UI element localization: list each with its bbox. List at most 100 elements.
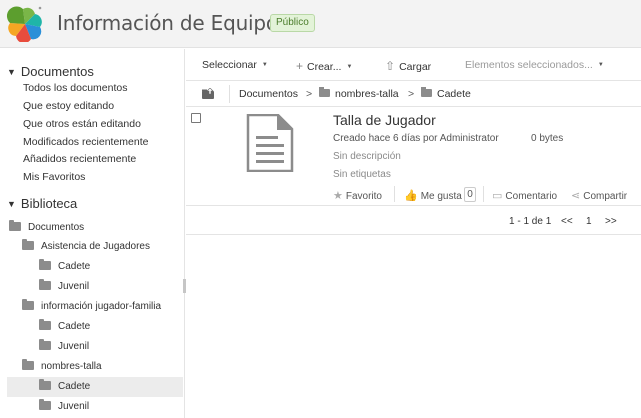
tree-node-label: Juvenil	[58, 281, 90, 292]
tree-node-label: nombres-talla	[41, 361, 102, 372]
toolbar: Seleccionar ▼ + Crear... ▼ ⇧ Cargar Elemento…	[186, 49, 641, 81]
tree-node-juvenil[interactable]: Juvenil	[7, 277, 183, 297]
tree-node-label: Juvenil	[58, 401, 90, 412]
triangle-down-icon: ▼	[7, 199, 16, 209]
alfresco-logo-icon[interactable]	[6, 4, 44, 42]
pagination: 1 - 1 de 1 << 1 >>	[186, 207, 641, 235]
folder-icon	[39, 399, 51, 410]
tree-node-juvenil[interactable]: Juvenil	[7, 397, 183, 417]
folder-up-icon[interactable]	[202, 88, 214, 99]
folder-icon	[39, 279, 51, 290]
folder-icon	[39, 339, 51, 350]
site-title: Información de Equipos	[57, 11, 289, 35]
breadcrumb-cadete[interactable]: Cadete	[421, 87, 471, 100]
breadcrumb-divider	[229, 85, 230, 103]
thumbs-up-icon: 👍	[404, 190, 418, 202]
sidebar-resize-handle[interactable]	[183, 279, 186, 293]
upload-icon: ⇧	[385, 59, 396, 73]
filter-editing-others[interactable]: Que otros están editando	[23, 118, 141, 130]
breadcrumb-separator: >	[408, 88, 415, 100]
folder-icon	[39, 379, 51, 390]
breadcrumb-separator: >	[306, 88, 313, 100]
site-header: Información de Equipos Público	[0, 0, 641, 48]
filter-favourites[interactable]: Mis Favoritos	[23, 171, 85, 183]
document-title-link[interactable]: Talla de Jugador	[333, 112, 436, 128]
tree-node-label: Cadete	[58, 381, 91, 392]
create-menu-label: Crear...	[307, 61, 342, 73]
upload-button[interactable]: ⇧ Cargar	[385, 59, 431, 73]
document-list-row: Talla de Jugador Creado hace 6 días por …	[186, 108, 641, 206]
breadcrumb: Documentos > nombres-talla > Cadete	[186, 81, 641, 107]
tree-node-label: Juvenil	[58, 341, 90, 352]
tree-node-informacion-jugador-familia[interactable]: información jugador-familia	[7, 297, 183, 317]
library-heading: Biblioteca	[20, 196, 78, 211]
folder-icon	[22, 299, 34, 310]
comment-action[interactable]: ▭ Comentario	[492, 189, 557, 202]
selected-items-menu-button[interactable]: Elementos seleccionados... ▼	[465, 59, 604, 71]
folder-icon	[39, 259, 51, 270]
caret-down-icon: ▼	[597, 62, 604, 68]
pagination-range: 1 - 1 de 1	[509, 216, 552, 227]
breadcrumb-documentos[interactable]: Documentos	[239, 88, 298, 100]
upload-label: Cargar	[399, 61, 432, 73]
favorite-label: Favorito	[345, 191, 382, 202]
library-section-toggle[interactable]: ▼ Biblioteca	[7, 196, 77, 211]
folder-icon	[9, 220, 21, 231]
tree-node-juvenil[interactable]: Juvenil	[7, 337, 183, 357]
document-created-meta: Creado hace 6 días por Administrator	[333, 133, 499, 144]
folder-icon	[22, 239, 34, 250]
folder-icon	[22, 359, 34, 370]
comment-icon: ▭	[492, 190, 503, 202]
comment-label: Comentario	[505, 191, 558, 202]
folder-icon	[421, 87, 432, 97]
breadcrumb-label: nombres-talla	[335, 88, 399, 100]
folder-icon	[319, 87, 330, 97]
tree-node-asistencia-de-jugadores[interactable]: Asistencia de Jugadores	[7, 237, 183, 257]
document-thumbnail-icon[interactable]	[246, 114, 294, 172]
star-icon: ★	[333, 190, 343, 202]
breadcrumb-nombres-talla[interactable]: nombres-talla	[319, 87, 399, 100]
select-menu-button[interactable]: Seleccionar ▼	[202, 59, 268, 71]
site-visibility-badge: Público	[270, 14, 315, 32]
pagination-next-button[interactable]: >>	[605, 216, 617, 227]
tree-node-label: Cadete	[58, 261, 91, 272]
document-size: 0 bytes	[531, 133, 564, 144]
tree-node-label: Asistencia de Jugadores	[41, 241, 150, 252]
tree-node-cadete-selected[interactable]: Cadete	[7, 377, 183, 397]
share-label: Compartir	[583, 191, 628, 202]
filter-editing-me[interactable]: Que estoy editando	[23, 100, 114, 112]
like-action[interactable]: 👍 Me gusta	[404, 189, 462, 202]
favorite-action[interactable]: ★ Favorito	[333, 189, 382, 202]
action-divider	[483, 186, 484, 202]
tree-node-documentos[interactable]: Documentos	[7, 218, 183, 238]
document-select-checkbox[interactable]	[191, 113, 201, 123]
filter-all-documents[interactable]: Todos los documentos	[23, 82, 127, 94]
selected-items-label: Elementos seleccionados...	[465, 59, 593, 71]
create-menu-button[interactable]: + Crear... ▼	[296, 59, 352, 73]
like-label: Me gusta	[420, 191, 462, 202]
select-menu-label: Seleccionar	[202, 59, 257, 71]
caret-down-icon: ▼	[261, 62, 268, 68]
tree-node-cadete[interactable]: Cadete	[7, 317, 183, 337]
documents-section-toggle[interactable]: ▼ Documentos	[7, 64, 94, 79]
tree-node-nombres-talla[interactable]: nombres-talla	[7, 357, 183, 377]
documents-heading: Documentos	[20, 64, 94, 79]
sidebar: ▼ Documentos Todos los documentos Que est…	[0, 49, 186, 418]
filter-recently-added[interactable]: Añadidos recientemente	[23, 153, 136, 165]
caret-down-icon: ▼	[346, 64, 353, 70]
action-divider	[394, 186, 395, 202]
plus-icon: +	[296, 59, 304, 73]
share-icon: ⋖	[571, 190, 581, 202]
like-count-badge: 0	[464, 187, 476, 202]
share-action[interactable]: ⋖ Compartir	[571, 189, 627, 202]
document-description: Sin descripción	[333, 151, 401, 162]
folder-icon	[39, 319, 51, 330]
pagination-prev-button[interactable]: <<	[561, 216, 573, 227]
tree-node-label: información jugador-familia	[41, 301, 162, 312]
pagination-current-page[interactable]: 1	[586, 216, 592, 227]
tree-node-label: Cadete	[58, 321, 91, 332]
filter-recently-modified[interactable]: Modificados recientemente	[23, 136, 148, 148]
breadcrumb-label: Cadete	[437, 88, 471, 100]
triangle-down-icon: ▼	[7, 67, 16, 77]
tree-node-cadete[interactable]: Cadete	[7, 257, 183, 277]
